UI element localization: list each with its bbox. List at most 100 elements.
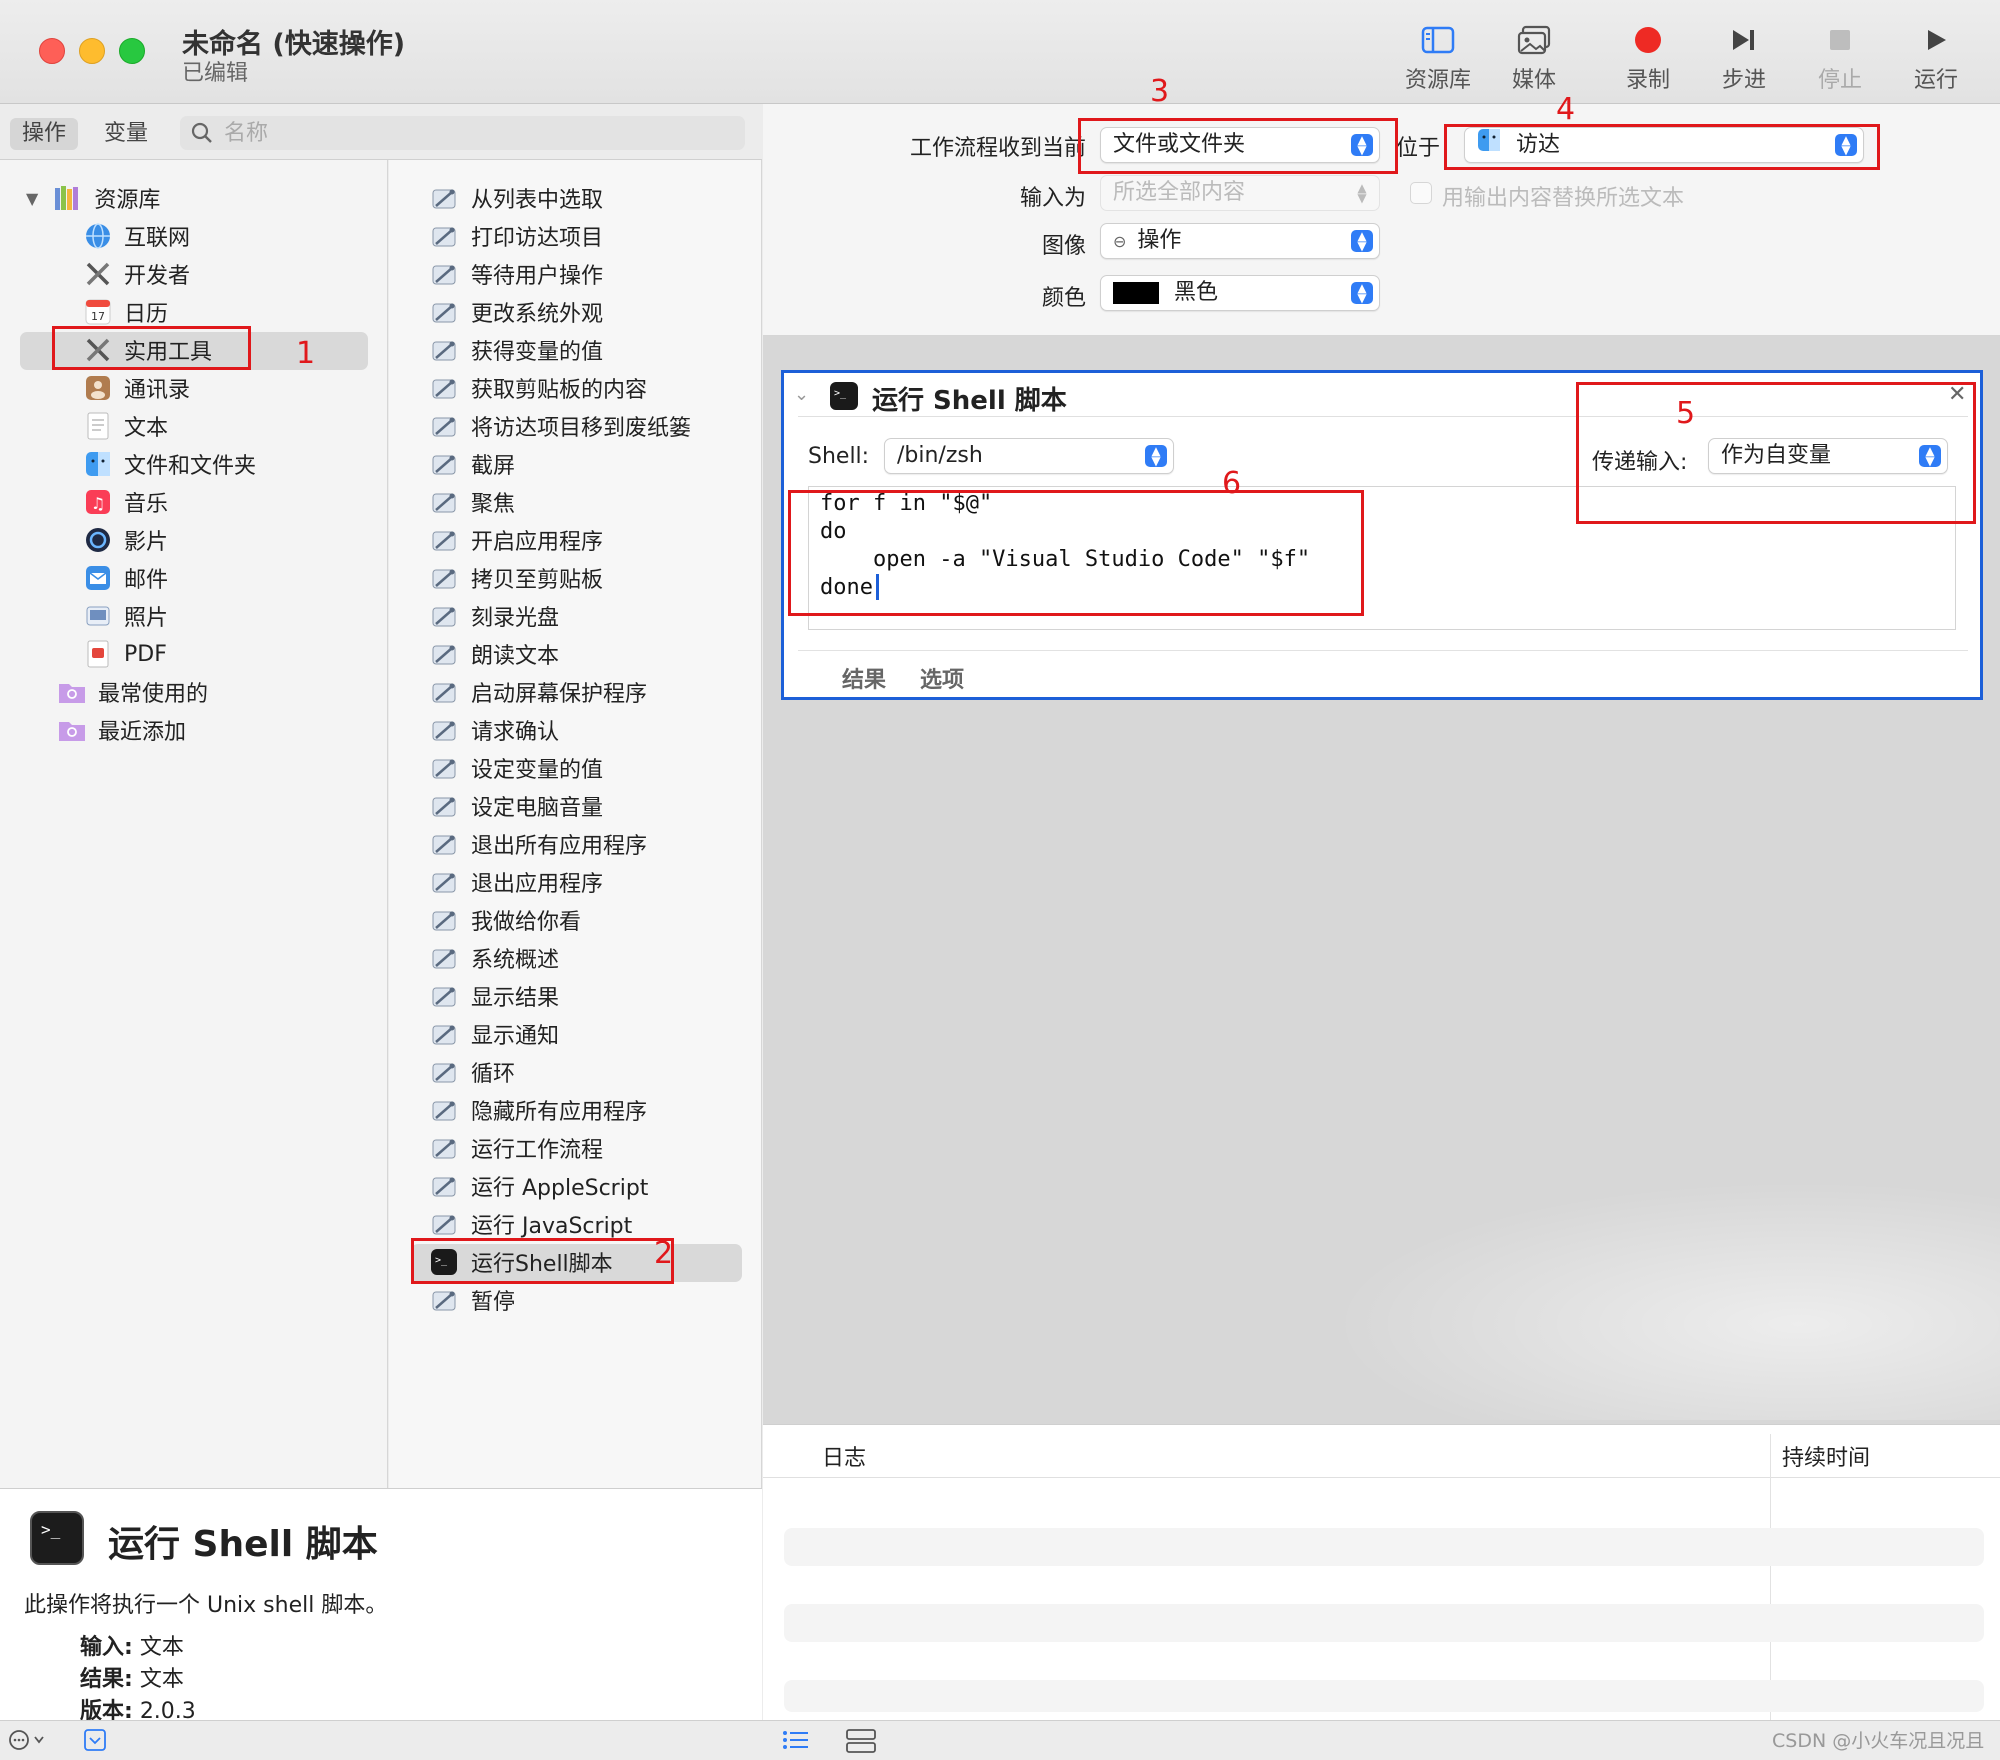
library-item-label: 照片 — [124, 606, 169, 631]
receives-popup[interactable]: 文件或文件夹 ▲ ▼ — [1100, 127, 1380, 163]
tab-variables[interactable]: 变量 — [92, 118, 160, 150]
action-item[interactable]: 将访达项目移到废纸篓 — [429, 408, 691, 444]
log-column-header[interactable]: 日志 — [822, 1440, 866, 1472]
library-item-photos[interactable]: 照片 — [82, 598, 168, 634]
library-toolbar-button[interactable]: 资源库 — [1388, 20, 1488, 98]
action-item[interactable]: 设定电脑音量 — [429, 788, 603, 824]
library-item-utilities[interactable]: 实用工具 — [82, 332, 212, 368]
action-item[interactable]: 获得变量的值 — [429, 332, 603, 368]
automator-action-icon — [429, 259, 459, 289]
action-item[interactable]: 运行 JavaScript — [429, 1206, 632, 1242]
replace-text-checkbox[interactable] — [1410, 182, 1432, 204]
action-item[interactable]: 从列表中选取 — [429, 180, 603, 216]
run-toolbar-button[interactable]: 运行 — [1886, 20, 1986, 98]
application-popup[interactable]: 访达 ▲ ▼ — [1464, 127, 1864, 163]
action-item[interactable]: 等待用户操作 — [429, 256, 603, 292]
automator-action-icon — [429, 449, 459, 479]
action-item[interactable]: 打印访达项目 — [429, 218, 603, 254]
action-item[interactable]: 显示通知 — [429, 1016, 559, 1052]
action-item[interactable]: 运行 AppleScript — [429, 1168, 648, 1204]
step-toolbar-button[interactable]: 步进 — [1694, 20, 1794, 98]
zoom-window-button[interactable] — [119, 38, 145, 64]
action-item[interactable]: 设定变量的值 — [429, 750, 603, 786]
library-item-files-folders[interactable]: 文件和文件夹 — [82, 446, 256, 482]
tab-results[interactable]: 结果 — [842, 662, 886, 694]
tab-actions[interactable]: 操作 — [10, 118, 79, 150]
description-result-label: 结果: — [80, 1667, 133, 1692]
library-item-developer[interactable]: 开发者 — [82, 256, 190, 292]
action-item[interactable]: 请求确认 — [429, 712, 559, 748]
action-item[interactable]: 更改系统外观 — [429, 294, 603, 330]
action-item[interactable]: 开启应用程序 — [429, 522, 603, 558]
library-item-label: 通讯录 — [124, 378, 191, 403]
action-item[interactable]: 朗读文本 — [429, 636, 559, 672]
library-item-internet[interactable]: 互联网 — [82, 218, 190, 254]
script-code[interactable]: for f in "$@" do open -a "Visual Studio … — [820, 490, 1310, 602]
close-window-button[interactable] — [39, 38, 65, 64]
tools-icon — [82, 258, 114, 290]
minimize-window-button[interactable] — [79, 38, 105, 64]
automator-action-icon — [429, 297, 459, 327]
action-item[interactable]: 启动屏幕保护程序 — [429, 674, 647, 710]
automator-action-icon — [429, 183, 459, 213]
library-item-label: 文件和文件夹 — [124, 454, 257, 479]
library-item-mail[interactable]: 邮件 — [82, 560, 168, 596]
color-popup[interactable]: 黑色 ▲ ▼ — [1100, 275, 1380, 311]
action-item-label: 运行 AppleScript — [471, 1176, 649, 1201]
shell-popup[interactable]: /bin/zsh ▲ ▼ — [884, 438, 1174, 474]
record-toolbar-label: 录制 — [1625, 68, 1670, 93]
action-item-label: 启动屏幕保护程序 — [471, 682, 648, 707]
action-item[interactable]: 运行工作流程 — [429, 1130, 603, 1166]
library-item-calendar[interactable]: 17 日历 — [82, 294, 168, 330]
search-icon — [190, 121, 214, 149]
disclosure-chevron-icon[interactable]: ▼ — [26, 189, 38, 208]
action-item-label: 运行 JavaScript — [471, 1214, 633, 1239]
action-item[interactable]: 系统概述 — [429, 940, 559, 976]
split-view-icon[interactable] — [846, 1729, 876, 1757]
annotation-number-6: 6 — [1222, 466, 1242, 501]
smart-group-most-used[interactable]: 最常使用的 — [56, 674, 208, 710]
library-item-music[interactable]: ♫ 音乐 — [82, 484, 168, 520]
action-item[interactable]: 截屏 — [429, 446, 515, 482]
svg-text:>_: >_ — [41, 1520, 61, 1539]
close-icon[interactable]: ✕ — [1948, 382, 1966, 407]
library-item-contacts[interactable]: 通讯录 — [82, 370, 190, 406]
library-item-text[interactable]: 文本 — [82, 408, 168, 444]
automator-action-icon — [429, 1019, 459, 1049]
action-item-label: 将访达项目移到废纸篓 — [471, 416, 692, 441]
action-item[interactable]: 拷贝至剪贴板 — [429, 560, 603, 596]
collapse-chevron-icon[interactable]: ⌄ — [794, 384, 809, 405]
library-item-movies[interactable]: 影片 — [82, 522, 168, 558]
action-item[interactable]: 刻录光盘 — [429, 598, 559, 634]
search-field[interactable] — [180, 116, 745, 150]
tab-options[interactable]: 选项 — [920, 662, 964, 694]
duration-column-header[interactable]: 持续时间 — [1782, 1440, 1870, 1472]
action-item[interactable]: 循环 — [429, 1054, 515, 1090]
pass-input-popup[interactable]: 作为自变量 ▲ ▼ — [1708, 438, 1948, 474]
record-toolbar-button[interactable]: 录制 — [1598, 20, 1698, 98]
action-menu-icon[interactable] — [8, 1727, 48, 1757]
search-input[interactable] — [224, 119, 724, 147]
action-item[interactable]: 获取剪贴板的内容 — [429, 370, 647, 406]
action-item[interactable]: 退出应用程序 — [429, 864, 603, 900]
action-item[interactable]: 隐藏所有应用程序 — [429, 1092, 647, 1128]
media-toolbar-button[interactable]: 媒体 — [1484, 20, 1584, 98]
smart-group-recently-added[interactable]: 最近添加 — [56, 712, 186, 748]
image-popup[interactable]: ⊖ 操作 ▲ ▼ — [1100, 223, 1380, 259]
action-item[interactable]: 退出所有应用程序 — [429, 826, 647, 862]
action-item[interactable]: 聚焦 — [429, 484, 515, 520]
input-is-popup[interactable]: 所选全部内容 ▲ ▼ — [1100, 175, 1380, 211]
library-item-pdf[interactable]: PDF — [82, 636, 167, 672]
action-card-title: 运行 Shell 脚本 — [872, 386, 1067, 416]
list-view-icon[interactable] — [782, 1729, 810, 1755]
action-item[interactable]: 我做给你看 — [429, 902, 581, 938]
action-item[interactable]: >_ 运行Shell脚本 — [429, 1244, 613, 1280]
show-description-icon[interactable] — [84, 1729, 106, 1755]
description-pane: >_ 运行 Shell 脚本 此操作将执行一个 Unix shell 脚本。 输… — [0, 1488, 762, 1724]
automator-action-icon — [429, 335, 459, 365]
action-item[interactable]: 暂停 — [429, 1282, 515, 1318]
description-title: 运行 Shell 脚本 — [108, 1524, 378, 1565]
action-item[interactable]: 显示结果 — [429, 978, 559, 1014]
stop-toolbar-button[interactable]: 停止 — [1790, 20, 1890, 98]
library-root[interactable]: ▼ 资源库 — [26, 180, 160, 216]
